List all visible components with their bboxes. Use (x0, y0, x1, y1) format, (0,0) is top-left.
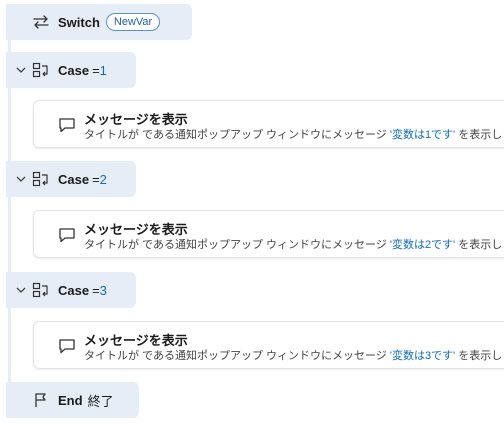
action-desc-value: '変数は3です' (389, 350, 456, 362)
action-description: タイトルが である通知ポップアップ ウィンドウにメッセージ '変数は3です' を… (84, 347, 504, 363)
case-keyword: Case (58, 171, 90, 187)
action-description: タイトルが である通知ポップアップ ウィンドウにメッセージ '変数は1です' を… (84, 126, 504, 142)
switch-keyword: Switch (58, 14, 100, 30)
case-keyword: Case (58, 282, 90, 298)
switch-arrows-icon (30, 11, 52, 33)
message-bubble-icon (57, 115, 77, 135)
case-branch-icon (30, 168, 52, 190)
case-branch-icon (30, 279, 52, 301)
case-value: 2 (99, 171, 107, 187)
chevron-down-icon[interactable] (15, 284, 27, 296)
case-operator: = (92, 62, 100, 78)
action-display-message-1[interactable]: メッセージを表示 タイトルが である通知ポップアップ ウィンドウにメッセージ '… (33, 100, 504, 148)
chevron-down-icon[interactable] (15, 64, 27, 76)
case-block-1[interactable]: Case = 1 (6, 52, 136, 88)
case-value: 1 (99, 62, 107, 78)
switch-block[interactable]: Switch NewVar (6, 4, 192, 40)
case-block-3[interactable]: Case = 3 (6, 272, 136, 308)
chevron-down-icon[interactable] (15, 173, 27, 185)
case-operator: = (92, 282, 100, 298)
end-keyword: End (58, 392, 83, 408)
end-block[interactable]: End 終了 (6, 382, 139, 418)
message-bubble-icon (57, 225, 77, 245)
action-display-message-2[interactable]: メッセージを表示 タイトルが である通知ポップアップ ウィンドウにメッセージ '… (33, 210, 504, 258)
action-desc-text: タイトルが である通知ポップアップ ウィンドウにメッセージ (84, 239, 390, 251)
case-keyword: Case (58, 62, 90, 78)
action-desc-text: を表示します (458, 239, 504, 251)
case-value: 3 (99, 282, 107, 298)
action-desc-text: を表示します (458, 350, 504, 362)
case-block-2[interactable]: Case = 2 (6, 161, 136, 197)
case-operator: = (92, 171, 100, 187)
switch-variable-badge[interactable]: NewVar (105, 13, 161, 31)
action-desc-text: タイトルが である通知ポップアップ ウィンドウにメッセージ (84, 350, 390, 362)
action-desc-value: '変数は2です' (389, 239, 456, 251)
flow-canvas: Switch NewVar Case = 1 メッセージを表示 タイトルが であ… (0, 0, 504, 424)
message-bubble-icon (57, 336, 77, 356)
action-desc-value: '変数は1です' (389, 129, 456, 141)
action-display-message-3[interactable]: メッセージを表示 タイトルが である通知ポップアップ ウィンドウにメッセージ '… (33, 321, 504, 369)
action-desc-text: を表示します (458, 129, 504, 141)
action-desc-text: タイトルが である通知ポップアップ ウィンドウにメッセージ (84, 129, 390, 141)
case-branch-icon (30, 59, 52, 81)
end-label: 終了 (87, 393, 114, 409)
action-description: タイトルが である通知ポップアップ ウィンドウにメッセージ '変数は2です' を… (84, 236, 504, 252)
flag-icon (30, 389, 52, 411)
flow-connector (8, 38, 11, 392)
